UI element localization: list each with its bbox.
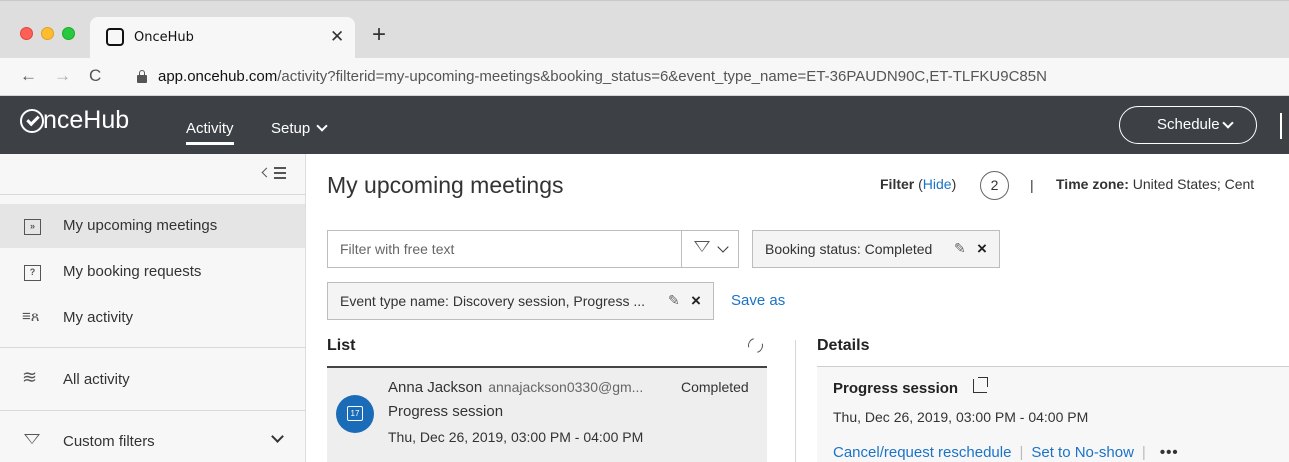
timezone-label: Time zone: [1056,176,1129,192]
list-title: List [327,337,356,354]
filter-funnel-icon[interactable] [694,241,710,252]
nav-activity[interactable]: Activity [186,120,234,145]
filter-chip-event-type[interactable]: Event type name: Discovery session, Prog… [327,282,714,320]
back-arrow-icon[interactable]: ← [20,66,37,86]
filter-area: Filter (Hide) 2 | Time zone: United Stat… [880,171,1254,200]
column-divider [795,340,796,462]
remove-chip-icon[interactable]: × [691,291,701,311]
booking-request-icon: ? [24,265,41,281]
my-activity-icon: ≡ጸ [22,308,40,325]
chevron-down-icon[interactable] [717,241,729,253]
header-divider [1280,113,1282,139]
sidebar-divider [0,347,306,348]
logo-text: nceHub [43,106,130,134]
url-host: app.oncehub.com [158,68,278,85]
sidebar-item-my-booking-requests[interactable]: ? My booking requests [0,250,305,294]
schedule-label: Schedule [1157,116,1220,133]
reload-icon[interactable]: C [89,66,101,86]
sidebar-item-custom-filters[interactable]: Custom filters [0,420,305,462]
filter-hide-link[interactable]: Hide [923,176,952,192]
search-divider [681,231,682,267]
customer-name: Anna Jackson [388,379,483,396]
url-field[interactable]: app.oncehub.com/activity?filterid=my-upc… [158,68,1047,85]
forward-arrow-icon[interactable]: → [54,66,71,86]
funnel-icon [24,434,40,444]
sidebar-item-label: My booking requests [63,263,202,280]
app-header: nceHub Activity Setup Schedule [0,96,1289,154]
details-title: Details [817,337,870,354]
search-input[interactable] [328,231,680,267]
sidebar: » My upcoming meetings ? My booking requ… [0,154,306,462]
sidebar-item-label: All activity [63,371,130,388]
maximize-window-button[interactable] [62,27,75,40]
separator: | [1141,444,1146,461]
save-as-link[interactable]: Save as [731,292,785,309]
oncehub-favicon-icon [106,28,124,46]
chip-text: Event type name: Discovery session, Prog… [340,293,646,309]
url-path: /activity?filterid=my-upcoming-meetings&… [277,68,1047,85]
page-title: My upcoming meetings [327,172,564,198]
timezone-display[interactable]: Time zone: United States; Cent [1056,176,1254,192]
minimize-window-button[interactable] [41,27,54,40]
booking-name: Anna Jackson annajackson0330@gm... [388,379,643,396]
sidebar-item-my-activity[interactable]: ≡ጸ My activity [0,296,305,340]
details-actions: Cancel/request reschedule | Set to No-show… [833,444,1179,461]
nav-setup-label: Setup [271,120,311,137]
booking-type: Progress session [388,403,504,420]
booking-status: Completed [681,379,749,395]
separator: | [1030,177,1034,193]
more-options-icon[interactable]: ••• [1160,444,1179,461]
refresh-icon[interactable] [745,335,766,356]
edit-pencil-icon[interactable]: ✎ [954,240,966,257]
nav-setup[interactable]: Setup [271,120,328,137]
browser-tab-bar: OnceHub ✕ + [0,0,1289,59]
separator: | [1019,444,1024,461]
edit-pencil-icon[interactable]: ✎ [668,292,680,309]
browser-tab[interactable]: OnceHub ✕ [90,17,355,59]
sidebar-item-label: Custom filters [63,433,155,450]
set-no-show-link[interactable]: Set to No-show [1031,444,1134,461]
timezone-value: United States; Cent [1132,176,1255,192]
sidebar-item-label: My upcoming meetings [63,217,218,234]
all-activity-icon: ≋ [22,367,38,387]
list-item[interactable]: 17 Anna Jackson annajackson0330@gm... Com… [327,368,767,462]
close-tab-icon[interactable]: ✕ [330,27,344,47]
sidebar-divider [0,194,306,195]
details-booking-time: Thu, Dec 26, 2019, 03:00 PM - 04:00 PM [833,409,1089,425]
filter-count-badge: 2 [980,171,1009,200]
chevron-down-icon [1222,117,1234,129]
sidebar-item-label: My activity [63,309,134,326]
chip-text: Booking status: Completed [765,241,933,257]
filter-chip-booking-status[interactable]: Booking status: Completed ✎ × [752,230,1000,268]
chevron-down-icon[interactable] [271,430,284,443]
calendar-icon: 17 [336,395,374,433]
address-bar: ← → C app.oncehub.com/activity?filterid=… [0,58,1289,96]
tab-title: OnceHub [134,30,194,45]
details-booking-type: Progress session [833,380,959,397]
logo-check-icon [20,109,44,133]
schedule-button[interactable]: Schedule [1119,106,1257,144]
sidebar-item-my-upcoming-meetings[interactable]: » My upcoming meetings [0,204,305,248]
external-link-icon[interactable] [973,377,988,393]
close-window-button[interactable] [20,27,33,40]
booking-time: Thu, Dec 26, 2019, 03:00 PM - 04:00 PM [388,429,644,445]
lock-icon [137,70,147,83]
collapse-sidebar-icon[interactable] [261,164,287,182]
remove-chip-icon[interactable]: × [977,239,987,259]
sidebar-divider [0,410,306,411]
details-panel: Progress session Thu, Dec 26, 2019, 03:0… [817,367,1289,462]
customer-email: annajackson0330@gm... [488,379,644,395]
filter-label: Filter [880,176,915,192]
chevron-down-icon [316,120,328,132]
sidebar-item-all-activity[interactable]: ≋ All activity [0,358,305,402]
cancel-reschedule-link[interactable]: Cancel/request reschedule [833,444,1011,461]
free-text-filter [327,230,739,268]
upcoming-icon: » [24,219,41,235]
new-tab-icon[interactable]: + [372,23,386,47]
